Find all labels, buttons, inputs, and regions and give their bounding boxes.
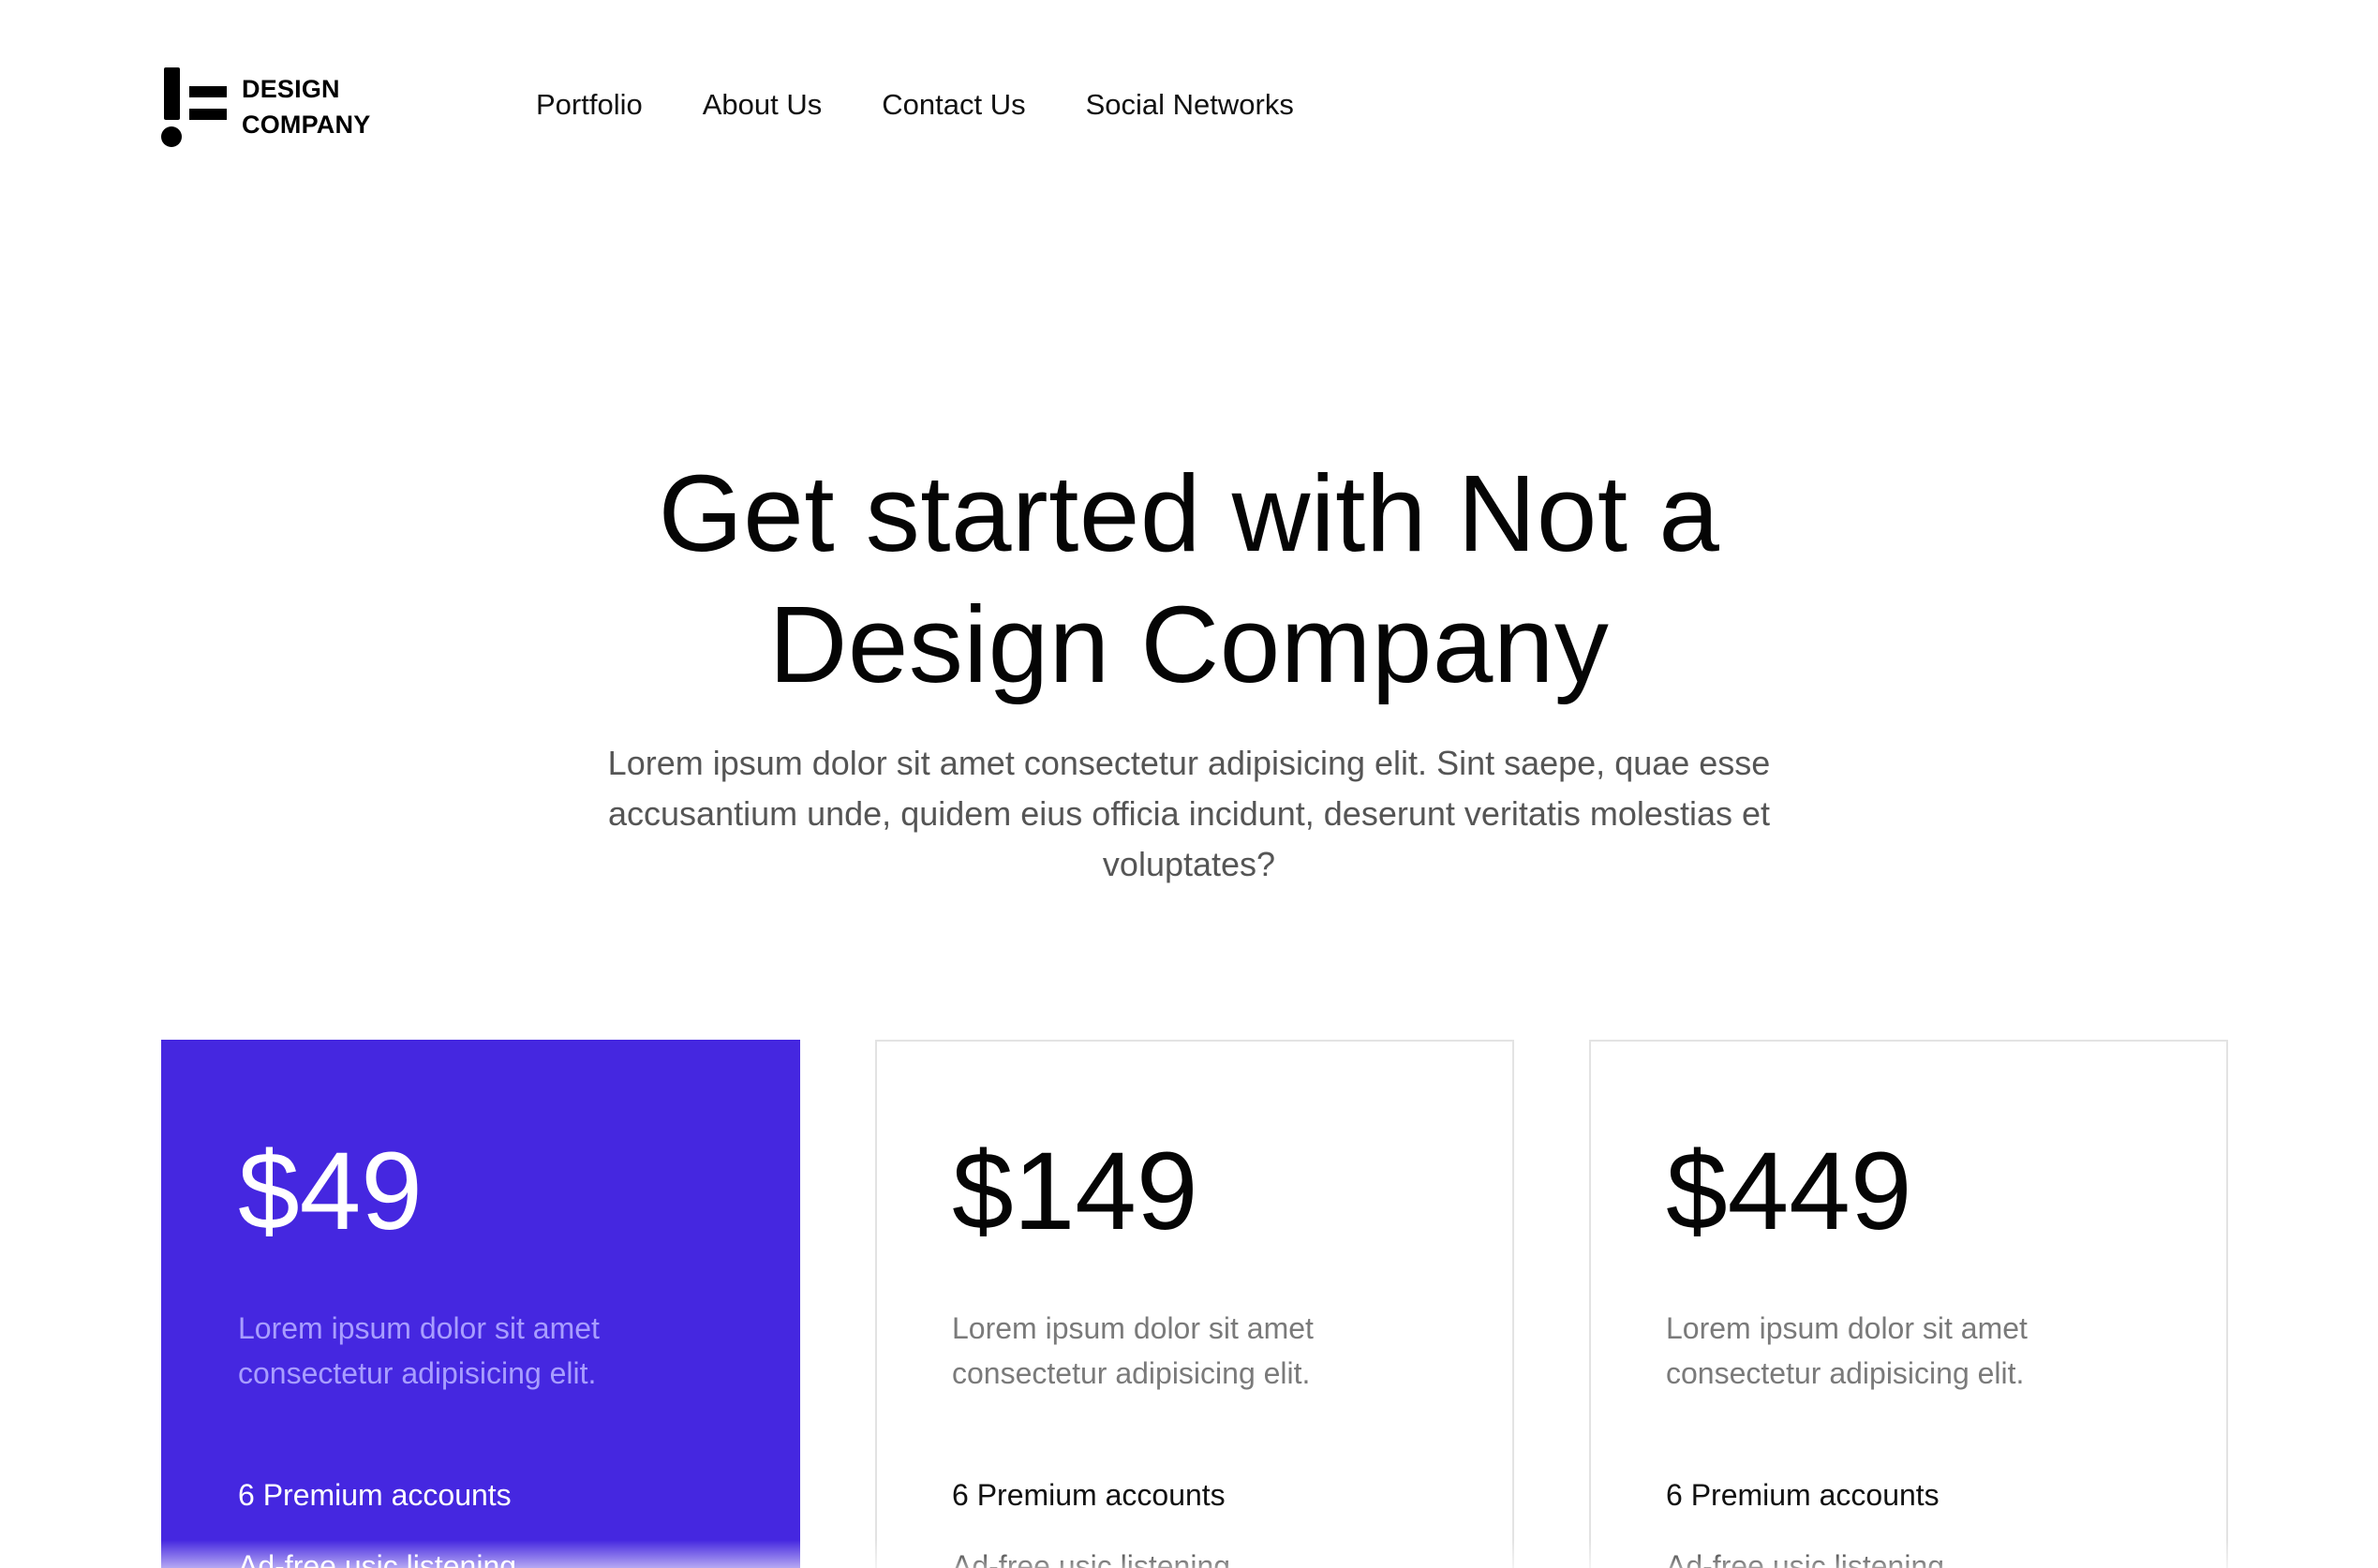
plan-feature: 6 Premium accounts	[1666, 1478, 1940, 1512]
nav-item-portfolio[interactable]: Portfolio	[536, 82, 643, 127]
pricing-card-basic[interactable]: $49 Lorem ipsum dolor sit amet consectet…	[161, 1040, 800, 1568]
plan-price: $149	[952, 1130, 1198, 1253]
main-nav: Portfolio About Us Contact Us Social Net…	[536, 82, 1354, 127]
logo-text-line1: DESIGN	[242, 75, 340, 103]
logo-text-line2: COMPANY	[242, 111, 371, 139]
logo[interactable]: DESIGN COMPANY	[161, 67, 370, 147]
plan-feature: Ad-free usic listening	[238, 1549, 517, 1568]
hero-title: Get started with Not a Design Company	[0, 448, 2378, 710]
plan-description: Lorem ipsum dolor sit amet consectetur a…	[238, 1311, 600, 1390]
hero-title-line2: Design Company	[768, 584, 1610, 705]
plan-description: Lorem ipsum dolor sit amet consectetur a…	[952, 1311, 1314, 1390]
plan-feature: Ad-free usic listening	[952, 1549, 1231, 1568]
plan-feature: 6 Premium accounts	[238, 1478, 512, 1512]
plan-price: $449	[1666, 1130, 1912, 1253]
nav-item-about-us[interactable]: About Us	[703, 82, 823, 127]
nav-item-contact-us[interactable]: Contact Us	[882, 82, 1025, 127]
plan-price: $49	[238, 1130, 423, 1253]
hero-subtitle: Lorem ipsum dolor sit amet consectetur a…	[607, 744, 1771, 883]
plan-feature: 6 Premium accounts	[952, 1478, 1226, 1512]
pricing-card-premium[interactable]: $449 Lorem ipsum dolor sit amet consecte…	[1589, 1040, 2228, 1568]
pricing-card-standard[interactable]: $149 Lorem ipsum dolor sit amet consecte…	[875, 1040, 1514, 1568]
site-header: DESIGN COMPANY	[161, 67, 370, 147]
hero-title-line1: Get started with Not a	[658, 452, 1720, 574]
plan-description: Lorem ipsum dolor sit amet consectetur a…	[1666, 1311, 2028, 1390]
logo-text: DESIGN COMPANY	[242, 71, 370, 142]
logo-icon	[161, 67, 229, 147]
page: DESIGN COMPANY Portfolio About Us Contac…	[0, 0, 2378, 1568]
nav-item-social-networks[interactable]: Social Networks	[1086, 82, 1294, 127]
plan-feature: Ad-free usic listening	[1666, 1549, 1945, 1568]
